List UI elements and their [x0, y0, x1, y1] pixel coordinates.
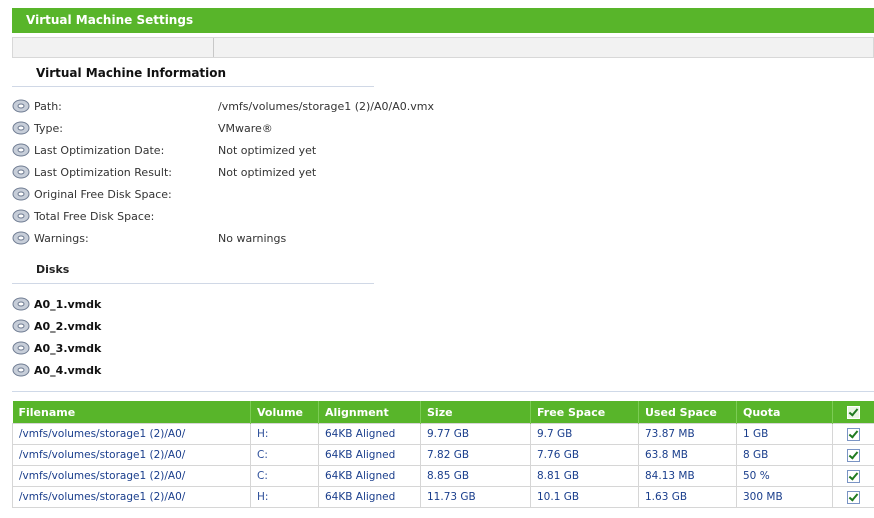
table-row[interactable]: /vmfs/volumes/storage1 (2)/A0/C: 64KB Ali… — [12, 444, 874, 466]
cell-quota: 50 % — [736, 465, 833, 487]
cell-select — [832, 465, 874, 487]
table-divider — [12, 391, 874, 392]
row-checkbox[interactable] — [847, 490, 860, 504]
column-header-alignment[interactable]: Alignment — [318, 401, 421, 424]
table-body: /vmfs/volumes/storage1 (2)/A0/H: 64KB Ali… — [12, 423, 874, 508]
disk-icon — [12, 231, 30, 248]
info-value: /vmfs/volumes/storage1 (2)/A0/A0.vmx — [218, 100, 434, 113]
cell-filename: /vmfs/volumes/storage1 (2)/A0/ — [12, 444, 251, 466]
cell-quota: 1 GB — [736, 423, 833, 445]
table-row[interactable]: /vmfs/volumes/storage1 (2)/A0/H: 64KB Ali… — [12, 423, 874, 445]
column-header-volume[interactable]: Volume — [250, 401, 319, 424]
cell-alignment: 64KB Aligned — [318, 444, 421, 466]
row-checkbox[interactable] — [847, 427, 860, 441]
disk-icon — [12, 143, 30, 160]
window-title-bar: Virtual Machine Settings — [12, 8, 874, 33]
disk-icon — [12, 99, 30, 116]
window-title: Virtual Machine Settings — [26, 13, 194, 27]
cell-filename: /vmfs/volumes/storage1 (2)/A0/ — [12, 465, 251, 487]
cell-volume: C: — [250, 465, 319, 487]
cell-used-space: 73.87 MB — [638, 423, 737, 445]
cell-size: 8.85 GB — [420, 465, 531, 487]
vm-info-row: Path: /vmfs/volumes/storage1 (2)/A0/A0.vm… — [12, 98, 612, 116]
cell-used-space: 84.13 MB — [638, 465, 737, 487]
cell-used-space: 1.63 GB — [638, 486, 737, 508]
info-value: Not optimized yet — [218, 144, 317, 157]
disk-icon — [12, 165, 30, 182]
vm-info-row: Warnings: No warnings — [12, 230, 612, 248]
disk-name: A0_2.vmdk — [34, 320, 102, 333]
select-all-checkbox[interactable] — [847, 405, 860, 419]
cell-select — [832, 423, 874, 445]
column-header-free-space[interactable]: Free Space — [530, 401, 639, 424]
info-value: No warnings — [218, 232, 287, 245]
disk-icon — [12, 297, 30, 314]
cell-free-space: 8.81 GB — [530, 465, 639, 487]
info-label: Original Free Disk Space: — [34, 188, 172, 201]
disk-icon — [12, 121, 30, 138]
column-header-used-space[interactable]: Used Space — [638, 401, 737, 424]
vm-info-row: Total Free Disk Space: — [12, 208, 612, 226]
cell-alignment: 64KB Aligned — [318, 486, 421, 508]
cell-size: 11.73 GB — [420, 486, 531, 508]
cell-filename: /vmfs/volumes/storage1 (2)/A0/ — [12, 486, 251, 508]
table-row[interactable]: /vmfs/volumes/storage1 (2)/A0/H: 64KB Ali… — [12, 486, 874, 508]
info-label: Total Free Disk Space: — [34, 210, 155, 223]
disks-divider — [12, 283, 374, 284]
disk-icon — [12, 363, 30, 380]
info-label: Warnings: — [34, 232, 89, 245]
cell-free-space: 9.7 GB — [530, 423, 639, 445]
cell-volume: H: — [250, 486, 319, 508]
disk-icon — [12, 319, 30, 336]
cell-select — [832, 486, 874, 508]
cell-used-space: 63.8 MB — [638, 444, 737, 466]
vm-info-row: Original Free Disk Space: — [12, 186, 612, 204]
disks-heading: Disks — [36, 263, 70, 276]
select-all-header — [832, 401, 874, 424]
cell-size: 7.82 GB — [420, 444, 531, 466]
disk-icon — [12, 209, 30, 226]
column-header-size[interactable]: Size — [420, 401, 531, 424]
row-checkbox[interactable] — [847, 469, 860, 483]
disk-name: A0_1.vmdk — [34, 298, 102, 311]
disk-name: A0_3.vmdk — [34, 342, 102, 355]
info-label: Path: — [34, 100, 62, 113]
vm-info-row: Type: VMware® — [12, 120, 612, 138]
vm-info-row: Last Optimization Date: Not optimized yet — [12, 142, 612, 160]
cell-select — [832, 444, 874, 466]
disk-icon — [12, 341, 30, 358]
vm-info-heading: Virtual Machine Information — [36, 66, 227, 80]
cell-alignment: 64KB Aligned — [318, 423, 421, 445]
info-label: Last Optimization Result: — [34, 166, 172, 179]
info-label: Last Optimization Date: — [34, 144, 165, 157]
tab-strip — [12, 37, 874, 58]
column-header-filename[interactable]: Filename — [12, 401, 251, 424]
table-header-row: Filename Volume Alignment Size Free Space Use… — [12, 401, 874, 424]
cell-quota: 300 MB — [736, 486, 833, 508]
cell-size: 9.77 GB — [420, 423, 531, 445]
table-row[interactable]: /vmfs/volumes/storage1 (2)/A0/C: 64KB Ali… — [12, 465, 874, 487]
disk-name: A0_4.vmdk — [34, 364, 102, 377]
vm-info-row: Last Optimization Result: Not optimized y… — [12, 164, 612, 182]
info-label: Type: — [34, 122, 63, 135]
row-checkbox[interactable] — [847, 448, 860, 462]
cell-alignment: 64KB Aligned — [318, 465, 421, 487]
vm-info-divider — [12, 86, 374, 87]
cell-volume: C: — [250, 444, 319, 466]
cell-volume: H: — [250, 423, 319, 445]
disk-icon — [12, 187, 30, 204]
volumes-table: Filename Volume Alignment Size Free Space Use… — [12, 401, 874, 508]
cell-filename: /vmfs/volumes/storage1 (2)/A0/ — [12, 423, 251, 445]
column-header-quota[interactable]: Quota — [736, 401, 833, 424]
cell-free-space: 7.76 GB — [530, 444, 639, 466]
tab-general[interactable] — [13, 38, 214, 57]
cell-quota: 8 GB — [736, 444, 833, 466]
cell-free-space: 10.1 GB — [530, 486, 639, 508]
info-value: Not optimized yet — [218, 166, 317, 179]
info-value: VMware® — [218, 122, 273, 135]
